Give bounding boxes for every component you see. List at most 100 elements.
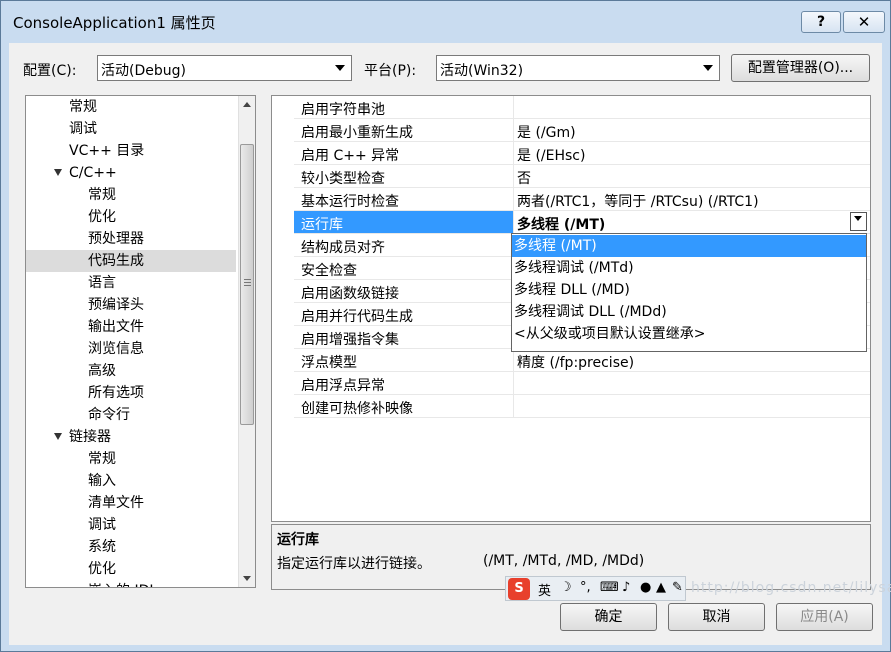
user-icon[interactable]: ● [640, 580, 651, 595]
tree-item-label: 输入 [88, 473, 116, 489]
sogou-logo-icon[interactable]: S [508, 578, 530, 600]
platform-combo[interactable]: 活动(Win32) [436, 55, 720, 81]
tree-item[interactable]: 常规 [26, 96, 236, 118]
dropdown-option[interactable]: 多线程调试 (/MTd) [512, 257, 866, 279]
description-switches: (/MT, /MTd, /MD, /MDd) [483, 553, 645, 569]
grid-gutter [272, 96, 294, 521]
tree-item-label: 语言 [88, 275, 116, 291]
moon-icon[interactable]: ☽ [560, 580, 572, 595]
dropdown-button[interactable] [850, 212, 867, 231]
tree-item[interactable]: 预处理器 [26, 228, 236, 250]
punctuation-icon[interactable]: °, [580, 580, 591, 595]
tree-item[interactable]: 清单文件 [26, 492, 236, 514]
tree-scrollbar[interactable] [238, 96, 255, 587]
property-row[interactable]: 基本运行时检查 两者(/RTC1，等同于 /RTCsu) (/RTC1) [294, 188, 870, 211]
property-name: 安全检查 [301, 263, 357, 279]
tree-item[interactable]: 输出文件 [26, 316, 236, 338]
ime-toolbar[interactable]: S 英 ☽ °, ⌨ ♪ ● ▲ ✎ [505, 576, 686, 601]
tree-item[interactable]: 链接器 [26, 426, 236, 448]
config-manager-button[interactable]: 配置管理器(O)... [731, 54, 870, 82]
tree-item[interactable]: 优化 [26, 206, 236, 228]
tree-item-label: 代码生成 [88, 253, 144, 269]
property-value-cell[interactable] [513, 96, 869, 118]
property-pages-window: ConsoleApplication1 属性页 ? ✕ 配置(C): 活动(De… [0, 0, 891, 652]
runtime-library-dropdown-list[interactable]: 多线程 (/MT) 多线程调试 (/MTd) 多线程 DLL (/MD) 多线程调试 … [511, 233, 867, 352]
close-button[interactable]: ✕ [843, 11, 885, 33]
property-value-cell[interactable]: 多线程 (/MT) [513, 211, 869, 233]
tree-item[interactable]: 所有选项 [26, 382, 236, 404]
chevron-down-icon [335, 65, 345, 71]
tree-item-label: 优化 [88, 209, 116, 225]
config-combo[interactable]: 活动(Debug) [97, 55, 352, 81]
property-value-cell[interactable]: 是 (/EHsc) [513, 142, 869, 164]
property-value-cell[interactable]: 是 (/Gm) [513, 119, 869, 141]
voice-icon[interactable]: ♪ [622, 580, 630, 595]
description-text: 指定运行库以进行链接。 [277, 556, 431, 572]
tree-item-label: 优化 [88, 561, 116, 577]
expand-arrow-icon[interactable] [54, 169, 62, 176]
dropdown-option[interactable]: <从父级或项目默认设置继承> [512, 323, 866, 345]
ok-button[interactable]: 确定 [560, 603, 657, 631]
skin-icon[interactable]: ▲ [656, 580, 666, 595]
keyboard-icon[interactable]: ⌨ [600, 580, 619, 595]
tree-item[interactable]: 语言 [26, 272, 236, 294]
dropdown-option[interactable]: 多线程 (/MT) [512, 235, 866, 257]
tree-item[interactable]: 预编译头 [26, 294, 236, 316]
description-title: 运行库 [277, 532, 319, 548]
scroll-thumb[interactable] [240, 144, 254, 425]
property-row[interactable]: 创建可热修补映像 [294, 395, 870, 418]
tree-item[interactable]: VC++ 目录 [26, 140, 236, 162]
tree-item[interactable]: 浏览信息 [26, 338, 236, 360]
property-value-cell[interactable] [513, 395, 869, 417]
config-value: 活动(Debug) [101, 63, 186, 79]
apply-button[interactable]: 应用(A) [776, 603, 873, 631]
tree-item[interactable]: 常规 [26, 184, 236, 206]
property-row[interactable]: 启用 C++ 异常 是 (/EHsc) [294, 142, 870, 165]
expand-arrow-icon[interactable] [54, 433, 62, 440]
property-value-cell[interactable]: 两者(/RTC1，等同于 /RTCsu) (/RTC1) [513, 188, 869, 210]
property-row[interactable]: 运行库 多线程 (/MT) [294, 211, 870, 234]
tree-item-label: C/C++ [69, 165, 117, 181]
property-row[interactable]: 启用浮点异常 [294, 372, 870, 395]
tree-item-label: 常规 [88, 187, 116, 203]
property-name: 启用 C++ 异常 [301, 148, 400, 164]
tree-item[interactable]: 嵌入的 IDL [26, 580, 236, 587]
property-row[interactable]: 启用字符串池 [294, 96, 870, 119]
config-label: 配置(C): [23, 63, 77, 79]
help-button[interactable]: ? [801, 11, 841, 33]
tree-item[interactable]: 输入 [26, 470, 236, 492]
scroll-up-icon[interactable] [243, 102, 251, 107]
tree-item[interactable]: 调试 [26, 118, 236, 140]
tree-item[interactable]: 命令行 [26, 404, 236, 426]
property-name: 创建可热修补映像 [301, 401, 413, 417]
tree-item-label: 链接器 [69, 429, 111, 445]
property-tree[interactable]: 常规 调试 VC++ 目录 C/C++ 常规 优化 预处理器 代码生成 语言 预编译头 输出文件 浏览… [25, 95, 256, 588]
property-row[interactable]: 较小类型检查 否 [294, 165, 870, 188]
property-value-cell[interactable]: 否 [513, 165, 869, 187]
tree-item-label: 命令行 [88, 407, 130, 423]
tree-item[interactable]: 系统 [26, 536, 236, 558]
dropdown-option[interactable]: 多线程调试 DLL (/MDd) [512, 301, 866, 323]
scroll-down-icon[interactable] [243, 576, 251, 581]
tree-item[interactable]: 高级 [26, 360, 236, 382]
tools-icon[interactable]: ✎ [672, 580, 683, 595]
property-name: 启用浮点异常 [301, 378, 385, 394]
property-row[interactable]: 启用最小重新生成 是 (/Gm) [294, 119, 870, 142]
tree-item-label: 清单文件 [88, 495, 144, 511]
tree-item[interactable]: 调试 [26, 514, 236, 536]
tree-item[interactable]: C/C++ [26, 162, 236, 184]
cancel-button[interactable]: 取消 [668, 603, 765, 631]
ime-lang-toggle[interactable]: 英 [538, 580, 551, 599]
tree-item-label: 调试 [69, 121, 97, 137]
property-name: 启用增强指令集 [301, 332, 399, 348]
tree-item-label: 常规 [69, 99, 97, 115]
tree-item[interactable]: 代码生成 [26, 250, 236, 272]
property-value-cell[interactable]: 精度 (/fp:precise) [513, 349, 869, 371]
tree-item-label: 预编译头 [88, 297, 144, 313]
tree-item[interactable]: 常规 [26, 448, 236, 470]
property-name: 基本运行时检查 [301, 194, 399, 210]
dropdown-option[interactable]: 多线程 DLL (/MD) [512, 279, 866, 301]
tree-item[interactable]: 优化 [26, 558, 236, 580]
property-row[interactable]: 浮点模型 精度 (/fp:precise) [294, 349, 870, 372]
property-value-cell[interactable] [513, 372, 869, 394]
